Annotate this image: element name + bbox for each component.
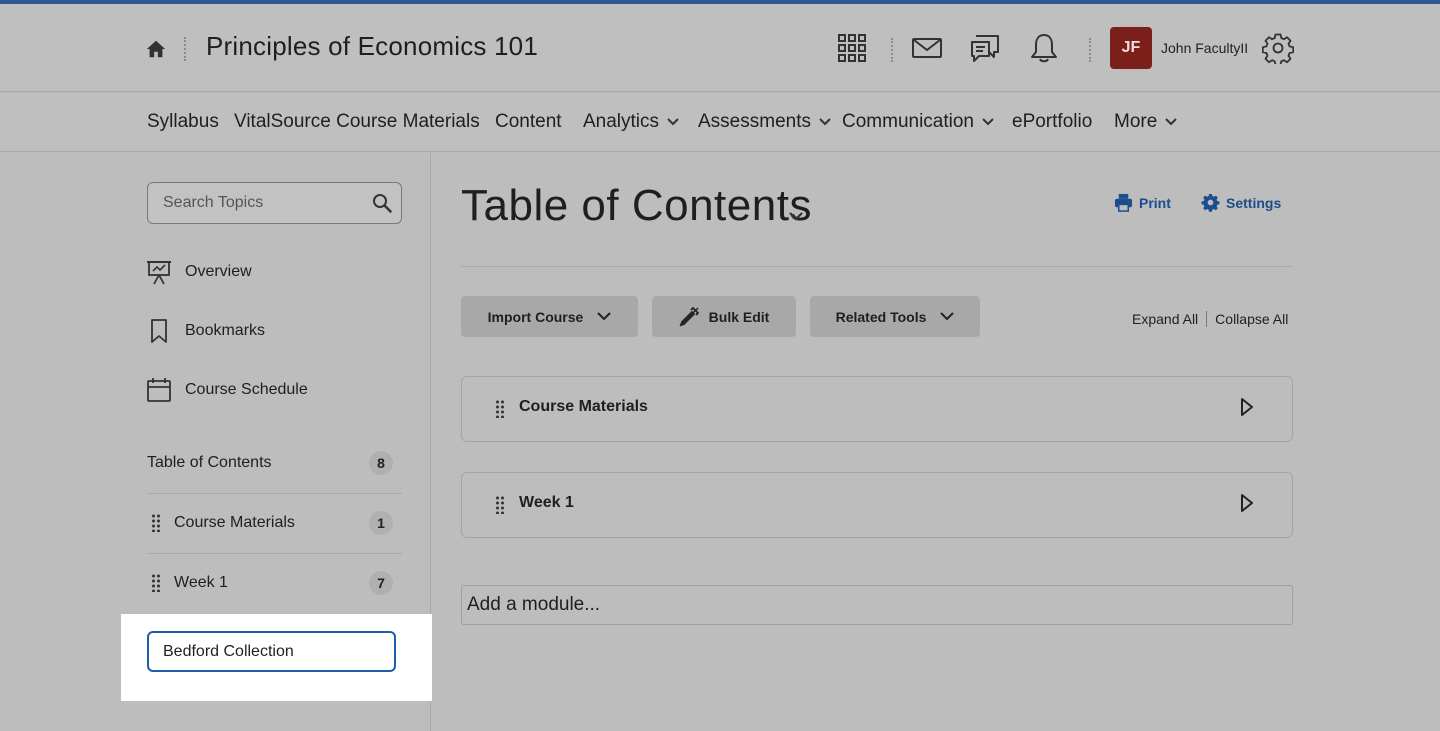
search-icon[interactable] [372,193,392,213]
settings-label: Settings [1226,194,1282,211]
header-divider [184,37,186,61]
nav-analytics[interactable]: Analytics [583,111,679,133]
module-title[interactable]: Course Materials [519,398,648,416]
count-badge: 1 [369,511,393,535]
user-name[interactable]: John FacultyII [1161,40,1248,56]
module-card-week-1[interactable]: Week 1 [461,472,1293,538]
sidebar-link-course-schedule[interactable]: Course Schedule [147,377,308,403]
presentation-icon [147,261,171,285]
module-label: Week 1 [174,574,228,591]
nav-communication[interactable]: Communication [842,111,994,133]
avatar[interactable]: JF [1110,27,1152,69]
settings-button[interactable]: Settings [1201,193,1281,212]
chat-icon[interactable] [969,32,1001,64]
module-card-course-materials[interactable]: Course Materials [461,376,1293,442]
count-badge: 7 [369,571,393,595]
home-icon[interactable] [145,38,167,60]
chevron-down-icon [940,312,955,321]
new-module-input[interactable] [147,631,396,672]
mail-icon[interactable] [911,32,943,64]
bell-icon[interactable] [1028,32,1060,64]
sidebar-module-week-1[interactable]: Week 1 7 [147,553,402,612]
bookmark-icon [151,319,167,343]
sidebar-module-course-materials[interactable]: Course Materials 1 [147,493,402,552]
search-input[interactable] [148,183,368,223]
bulk-edit-button[interactable]: Bulk Edit [652,296,796,337]
apps-grid-icon[interactable] [836,32,868,64]
sidebar-link-label: Bookmarks [185,322,266,339]
drag-handle-icon[interactable] [495,496,505,514]
related-tools-button[interactable]: Related Tools [810,296,980,337]
nav-more[interactable]: More [1114,111,1178,133]
bulk-edit-label: Bulk Edit [708,308,770,325]
gear-icon [1201,193,1220,212]
course-navbar: Syllabus VitalSource Course Materials Co… [0,93,1440,152]
related-tools-label: Related Tools [835,308,927,325]
sidebar-link-label: Course Schedule [185,381,308,398]
sidebar-toc[interactable]: Table of Contents 8 [147,433,402,492]
calendar-icon [147,378,171,402]
main-content: Table of Contents Print Settings Import … [432,153,1440,731]
drag-handle-icon[interactable] [495,400,505,418]
chevron-down-icon [819,118,831,126]
nav-content[interactable]: Content [495,111,562,133]
chevron-down-icon[interactable] [788,211,804,221]
expand-all-link[interactable]: Expand All [1132,311,1198,327]
new-module-panel [121,614,432,701]
collapse-all-link[interactable]: Collapse All [1215,311,1288,327]
course-title[interactable]: Principles of Economics 101 [206,31,538,62]
chevron-down-icon [1165,118,1178,126]
header-divider [891,38,893,62]
chevron-down-icon [597,312,612,321]
sidebar-link-bookmarks[interactable]: Bookmarks [147,318,265,344]
nav-syllabus[interactable]: Syllabus [147,111,219,133]
nav-eportfolio[interactable]: ePortfolio [1012,111,1092,133]
search-box [147,182,402,224]
print-label: Print [1139,194,1171,211]
nav-vitalsource[interactable]: VitalSource Course Materials [234,111,480,133]
add-module-input[interactable] [461,585,1293,625]
module-title[interactable]: Week 1 [519,494,574,512]
chevron-down-icon [667,118,679,126]
expand-collapse-links: Expand All Collapse All [1132,311,1288,327]
module-label: Course Materials [174,514,295,531]
toc-label: Table of Contents [147,453,272,471]
import-course-button[interactable]: Import Course [461,296,638,337]
title-divider [461,266,1293,267]
count-badge: 8 [369,450,393,475]
page-title: Table of Contents [461,181,812,230]
drag-handle-icon[interactable] [151,574,161,592]
pencil-icon [679,306,699,326]
drag-handle-icon[interactable] [151,514,161,532]
caret-right-icon[interactable] [1240,397,1254,417]
print-button[interactable]: Print [1114,193,1171,212]
link-separator [1206,311,1208,327]
printer-icon [1114,193,1133,212]
sidebar-link-label: Overview [185,263,252,280]
sidebar-link-overview[interactable]: Overview [147,259,252,285]
nav-assessments[interactable]: Assessments [698,111,831,133]
gear-icon[interactable] [1262,32,1294,64]
caret-right-icon[interactable] [1240,493,1254,513]
header-divider [1089,38,1091,62]
import-course-label: Import Course [487,308,584,325]
chevron-down-icon [982,118,994,126]
header: Principles of Economics 101 JF John Facu… [0,4,1440,92]
